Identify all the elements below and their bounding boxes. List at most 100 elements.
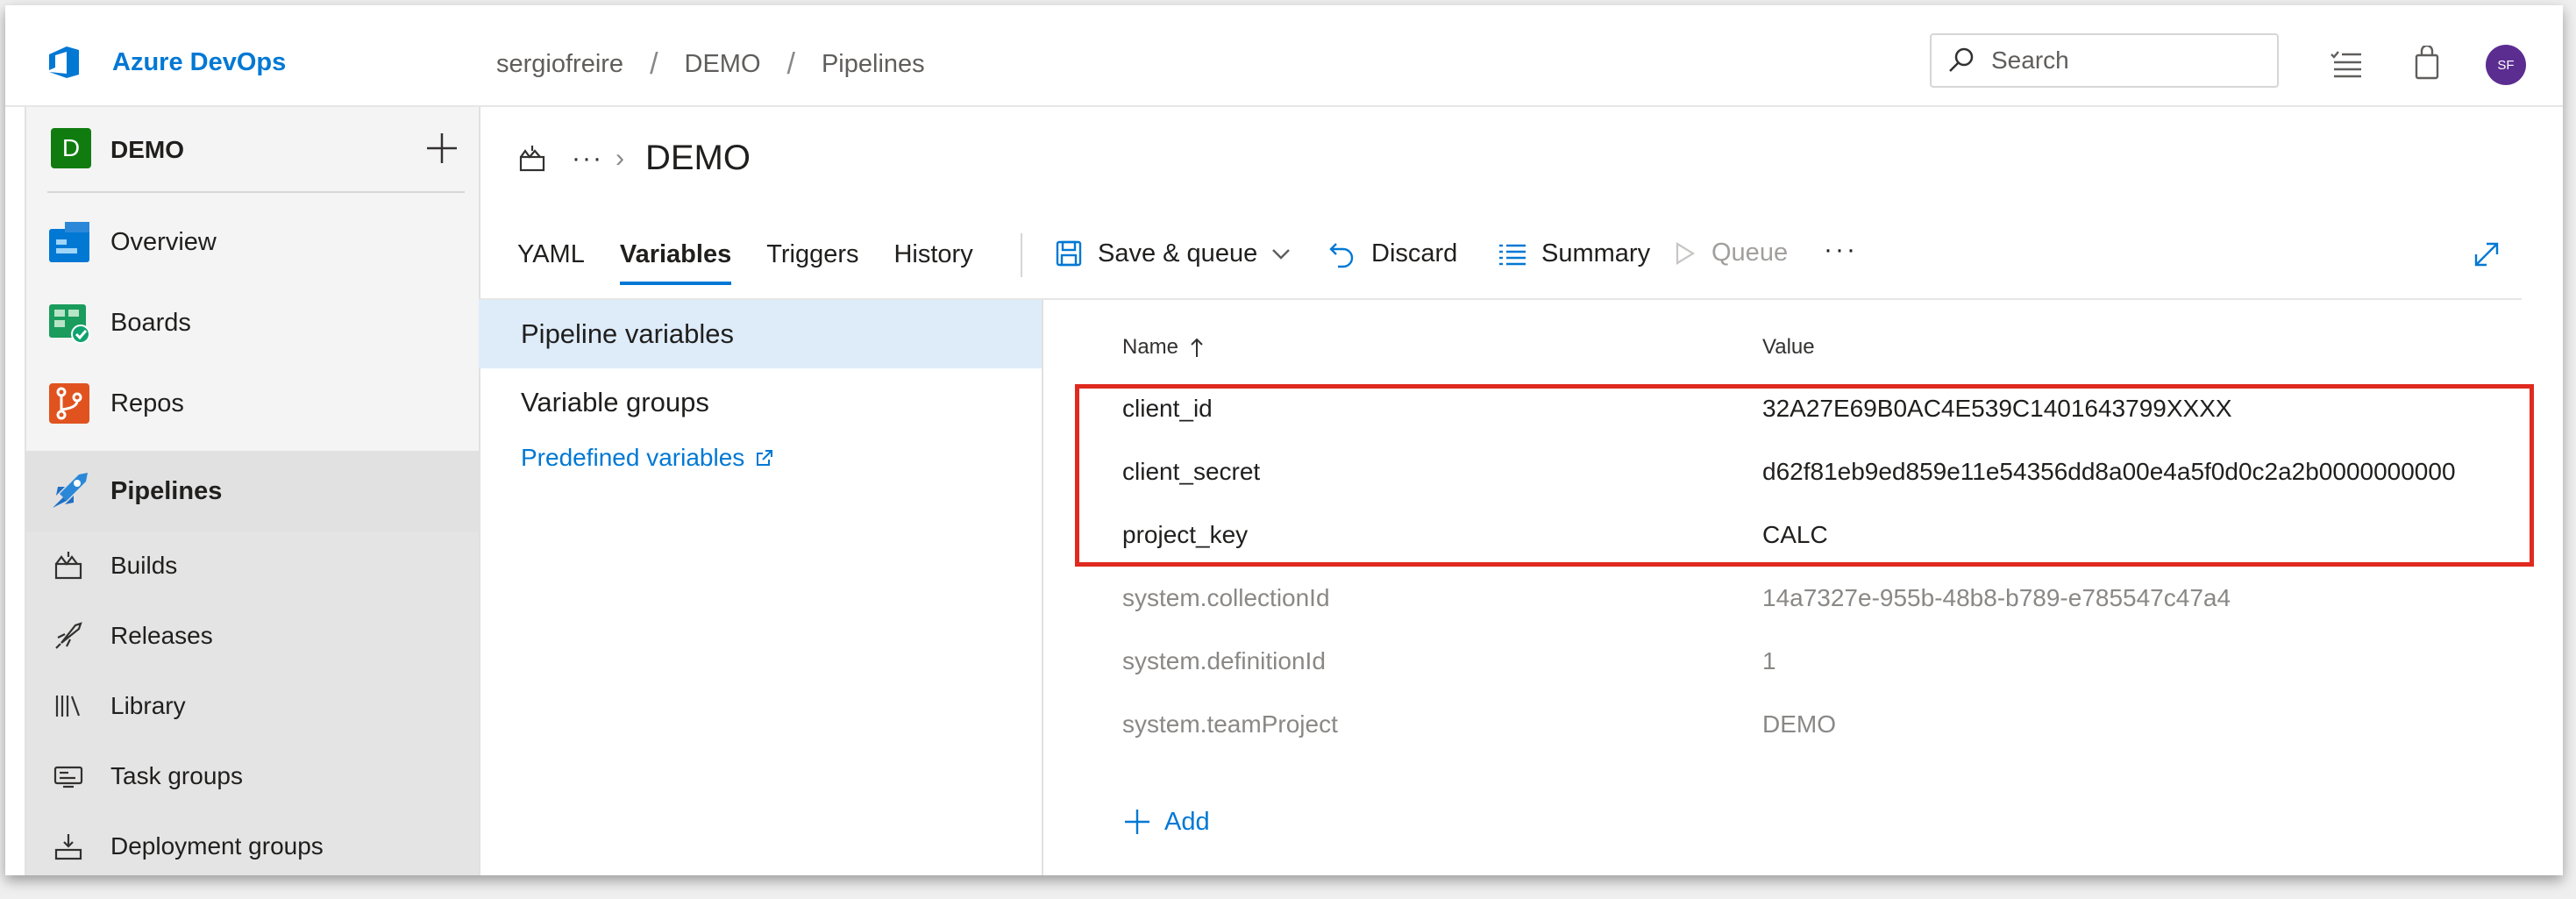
column-value-label: Value — [1762, 335, 1815, 359]
chevron-down-icon[interactable] — [1270, 242, 1292, 265]
tab-triggers[interactable]: Triggers — [766, 240, 858, 285]
breadcrumb-separator: / — [786, 47, 795, 81]
save-icon — [1056, 240, 1082, 267]
queue-label: Queue — [1711, 239, 1789, 267]
nav-label: Boards — [110, 308, 191, 337]
breadcrumb-pipelines[interactable]: Pipelines — [822, 50, 925, 79]
divider — [47, 191, 465, 193]
nav-releases[interactable]: Releases — [26, 602, 479, 670]
nav-label: Deployment groups — [110, 832, 324, 860]
external-link-icon — [757, 450, 773, 466]
search-input[interactable] — [1989, 46, 2256, 75]
builds-icon — [54, 552, 82, 580]
nav-label: Task groups — [110, 762, 243, 789]
save-queue-label: Save & queue — [1098, 239, 1258, 268]
variable-groups-label: Variable groups — [521, 387, 709, 417]
top-bar: Azure DevOps sergiofreire / DEMO / Pipel… — [5, 5, 2563, 107]
variable-value: DEMO — [1762, 710, 1836, 738]
sort-ascending-icon — [1191, 338, 1203, 357]
save-queue-button[interactable]: Save & queue — [1054, 239, 1292, 268]
discard-label: Discard — [1371, 239, 1458, 268]
left-navigation: D DEMO Overview Boards Repos Pipelines B… — [25, 107, 480, 875]
variable-name: system.definitionId — [1122, 647, 1326, 674]
pipeline-variables-item[interactable]: Pipeline variables — [479, 300, 1042, 368]
add-variable-button[interactable]: Add — [1122, 807, 1210, 837]
more-actions-button[interactable]: ··· — [1824, 235, 1858, 265]
discard-button[interactable]: Discard — [1327, 239, 1457, 268]
nav-label: Pipelines — [110, 476, 223, 505]
nav-overview[interactable]: Overview — [26, 202, 479, 282]
azure-devops-logo-icon — [49, 46, 79, 78]
page-title: DEMO — [644, 139, 751, 177]
variable-value: 14a7327e-955b-48b8-b789-e785547c47a4 — [1762, 584, 2231, 611]
highlight-box — [1075, 384, 2534, 567]
main-content: ··· › DEMO YAML Variables Triggers Histo… — [479, 107, 2563, 875]
search-icon — [1949, 47, 1974, 72]
plus-icon — [1125, 810, 1149, 834]
variables-table: Name Value client_id 32A27E69B0AC4E539C1… — [1043, 300, 2563, 875]
overview-icon — [49, 222, 89, 262]
predefined-variables-link[interactable]: Predefined variables — [521, 444, 774, 472]
nav-boards[interactable]: Boards — [26, 282, 479, 363]
add-label: Add — [1164, 807, 1210, 836]
project-name: DEMO — [110, 136, 184, 163]
pipelines-icon — [53, 473, 88, 508]
avatar[interactable]: SF — [2486, 45, 2526, 85]
breadcrumb-org[interactable]: sergiofreire — [496, 50, 623, 79]
variable-groups-item[interactable]: Variable groups — [479, 368, 1042, 437]
project-badge: D — [51, 128, 91, 168]
expand-icon[interactable] — [2471, 239, 2502, 270]
app-window: Azure DevOps sergiofreire / DEMO / Pipel… — [5, 5, 2563, 875]
nav-label: Overview — [110, 227, 217, 256]
pipeline-variables-label: Pipeline variables — [521, 318, 734, 349]
pipelines-group: Pipelines Builds Releases Library Task g… — [26, 451, 479, 875]
nav-label: Builds — [110, 552, 178, 579]
toolbar-divider — [1021, 233, 1022, 277]
column-header-value[interactable]: Value — [1762, 335, 1815, 360]
predefined-variables-label: Predefined variables — [521, 444, 745, 471]
variable-name: system.collectionId — [1122, 584, 1330, 611]
nav-repos[interactable]: Repos — [26, 363, 479, 444]
queue-button[interactable]: Queue — [1673, 239, 1788, 268]
column-header-name[interactable]: Name — [1122, 335, 1206, 360]
tab-variables[interactable]: Variables — [619, 240, 732, 285]
breadcrumb: sergiofreire / DEMO / Pipelines — [496, 47, 925, 82]
build-pipeline-icon — [519, 145, 545, 171]
breadcrumb-separator: / — [650, 47, 658, 81]
task-groups-icon — [53, 766, 83, 788]
deployment-groups-icon — [54, 834, 82, 860]
library-icon — [55, 696, 81, 717]
breadcrumb-project[interactable]: DEMO — [685, 50, 761, 79]
task-list-icon[interactable] — [2329, 49, 2364, 79]
page-header: ··· › DEMO — [517, 139, 751, 178]
product-name: Azure DevOps — [112, 47, 287, 76]
nav-label: Repos — [110, 389, 184, 417]
nav-label: Releases — [110, 622, 213, 649]
rocket-icon — [55, 622, 82, 649]
boards-icon — [49, 304, 90, 344]
nav-label: Library — [110, 692, 186, 719]
more-breadcrumb-button[interactable]: ··· — [572, 144, 603, 174]
nav-library[interactable]: Library — [26, 672, 479, 740]
nav-deployment-groups[interactable]: Deployment groups — [26, 812, 479, 875]
variable-value: 1 — [1762, 647, 1776, 674]
add-icon[interactable] — [423, 130, 460, 167]
nav-builds[interactable]: Builds — [26, 532, 479, 600]
variable-name: system.teamProject — [1122, 710, 1338, 738]
undo-icon — [1329, 243, 1354, 268]
variables-side-panel: Pipeline variables Variable groups Prede… — [479, 300, 1043, 875]
repos-icon — [49, 383, 89, 424]
project-header[interactable]: D DEMO — [26, 107, 479, 195]
pipeline-tabs: YAML Variables Triggers History — [517, 240, 1008, 289]
chevron-right-icon: › — [615, 143, 624, 173]
column-name-label: Name — [1122, 335, 1179, 359]
shopping-bag-icon[interactable] — [2412, 46, 2442, 81]
search-box[interactable] — [1930, 33, 2279, 88]
summary-button[interactable]: Summary — [1498, 239, 1650, 268]
tab-history[interactable]: History — [893, 240, 972, 285]
brand[interactable]: Azure DevOps — [44, 40, 286, 84]
summary-list-icon — [1499, 244, 1526, 266]
nav-pipelines[interactable]: Pipelines — [26, 451, 479, 532]
tab-yaml[interactable]: YAML — [517, 240, 585, 285]
nav-task-groups[interactable]: Task groups — [26, 742, 479, 810]
